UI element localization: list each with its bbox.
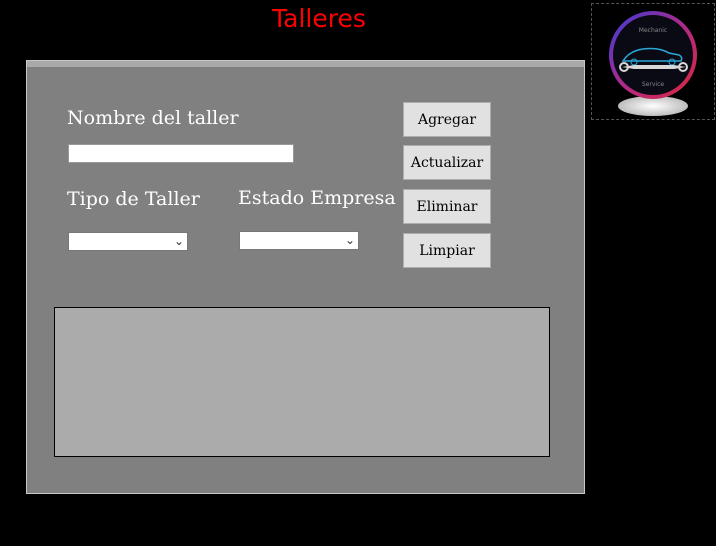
estado-empresa-select[interactable]: ⌄ <box>239 231 359 250</box>
logo-bottom-text: Service <box>642 81 664 88</box>
nombre-label: Nombre del taller <box>67 107 239 129</box>
tipo-taller-label: Tipo de Taller <box>67 188 200 210</box>
logo: Mechanic Service <box>591 3 715 120</box>
chevron-down-icon: ⌄ <box>173 234 184 248</box>
estado-empresa-label: Estado Empresa <box>238 187 396 209</box>
nombre-input[interactable] <box>68 144 294 163</box>
chevron-down-icon: ⌄ <box>344 233 355 247</box>
tipo-taller-select[interactable]: ⌄ <box>68 232 188 251</box>
actualizar-button[interactable]: Actualizar <box>403 145 491 180</box>
agregar-button[interactable]: Agregar <box>403 102 491 137</box>
eliminar-button[interactable]: Eliminar <box>403 189 491 224</box>
page-title: Talleres <box>272 4 366 33</box>
talleres-data-grid[interactable] <box>54 307 550 457</box>
panel-top-border <box>27 61 584 67</box>
mechanic-service-logo-icon: Mechanic Service <box>609 11 697 116</box>
form-panel: Nombre del taller Tipo de Taller ⌄ Estad… <box>26 60 585 494</box>
limpiar-button[interactable]: Limpiar <box>403 233 491 268</box>
logo-top-text: Mechanic <box>639 27 667 34</box>
